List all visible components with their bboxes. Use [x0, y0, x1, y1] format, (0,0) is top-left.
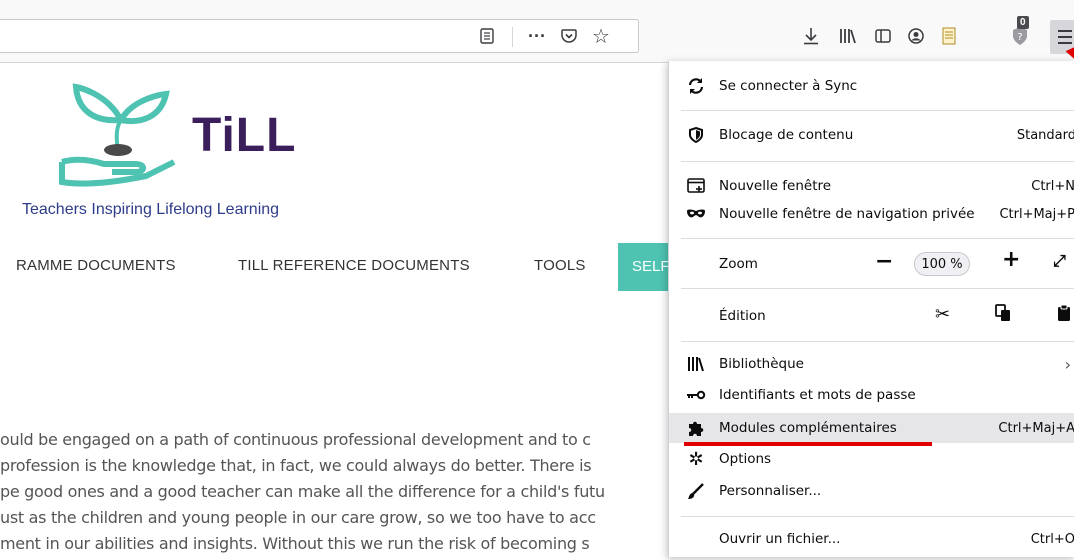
nav-item-programme-documents[interactable]: RAMME DOCUMENTS — [16, 257, 176, 274]
menu-item-label: Modules complémentaires — [719, 420, 897, 436]
menu-item-label: Options — [719, 451, 772, 467]
pocket-icon[interactable] — [556, 20, 582, 52]
menu-item-label: Identifiants et mots de passe — [719, 387, 916, 403]
sidebar-icon[interactable] — [869, 22, 897, 50]
browser-toolbar: ··· ☆ ? 0 — [0, 0, 1074, 64]
cut-icon[interactable]: ✂ — [935, 304, 950, 325]
chevron-right-icon: › — [1064, 354, 1071, 374]
paragraph-line: ment in our abilities and insights. With… — [0, 534, 590, 553]
app-menu-panel: Se connecter à Sync Blocage de contenu S… — [668, 61, 1074, 557]
menu-separator — [681, 516, 1074, 517]
bookmark-star-icon[interactable]: ☆ — [588, 20, 614, 52]
menu-item-private-window[interactable]: Nouvelle fenêtre de navigation privée Ct… — [669, 200, 1074, 228]
paste-icon[interactable] — [1057, 304, 1071, 327]
menu-item-label: Nouvelle fenêtre de navigation privée — [719, 206, 975, 222]
menu-item-new-window[interactable]: Nouvelle fenêtre Ctrl+N — [669, 172, 1074, 200]
menu-item-label: Personnaliser... — [719, 483, 822, 499]
menu-item-library[interactable]: Bibliothèque › — [669, 350, 1074, 378]
menu-item-label: Bibliothèque — [719, 356, 804, 372]
menu-item-customize[interactable]: Personnaliser... — [669, 477, 1074, 505]
menu-separator — [681, 110, 1074, 111]
annotation-underline — [684, 442, 932, 446]
menu-icon-line — [1058, 36, 1072, 38]
menu-separator — [681, 288, 1074, 289]
fullscreen-icon[interactable]: ⤢ — [1053, 251, 1066, 271]
menu-separator — [681, 238, 1074, 239]
menu-item-options[interactable]: ✲ Options — [669, 445, 1074, 473]
menu-item-shortcut: Ctrl+O — [1030, 531, 1074, 547]
menu-item-shortcut: Ctrl+Maj+A — [998, 420, 1074, 436]
library-icon — [685, 353, 707, 375]
nav-item-tools[interactable]: TOOLS — [534, 257, 586, 274]
menu-item-shortcut: Ctrl+Maj+P — [999, 206, 1074, 222]
puzzle-icon — [685, 417, 707, 439]
key-icon — [685, 384, 707, 406]
menu-item-label: Zoom — [719, 256, 758, 272]
download-icon[interactable] — [797, 22, 825, 50]
nav-item-till-reference-documents[interactable]: TILL REFERENCE DOCUMENTS — [238, 257, 470, 274]
zoom-in-button[interactable]: + — [1002, 247, 1020, 272]
body-paragraph: ould be engaged on a path of continuous … — [0, 430, 700, 560]
menu-separator — [681, 161, 1074, 162]
logo-subtitle: Teachers Inspiring Lifelong Learning — [22, 201, 280, 218]
gear-icon: ✲ — [688, 448, 704, 470]
menu-item-shortcut: Ctrl+N — [1031, 178, 1074, 194]
brush-icon — [685, 480, 707, 502]
menu-item-label: Nouvelle fenêtre — [719, 178, 832, 194]
paragraph-line: pe good ones and a good teacher can make… — [0, 482, 605, 501]
copy-icon[interactable] — [995, 304, 1011, 327]
shield-icon — [685, 124, 707, 146]
paragraph-line: ust as the children and young people in … — [0, 508, 596, 527]
menu-item-content-blocking[interactable]: Blocage de contenu Standard — [669, 121, 1074, 149]
account-icon[interactable] — [902, 22, 930, 50]
menu-separator — [681, 341, 1074, 342]
content-blocking-value: Standard — [1016, 127, 1074, 143]
extension-badge-count: 0 — [1017, 16, 1029, 29]
paragraph-line: profession is the knowledge that, in fac… — [0, 456, 592, 475]
menu-item-label: Blocage de contenu — [719, 127, 854, 143]
menu-item-open-file[interactable]: Ouvrir un fichier... Ctrl+O — [669, 525, 1074, 553]
paragraph-line: ould be engaged on a path of continuous … — [0, 430, 591, 449]
menu-icon-line — [1058, 42, 1072, 44]
menu-item-addons[interactable]: Modules complémentaires Ctrl+Maj+A — [669, 413, 1074, 443]
sync-icon — [685, 75, 707, 97]
menu-item-edit: Édition — [669, 302, 1074, 330]
reader-view-icon[interactable] — [474, 20, 500, 52]
menu-item-label: Se connecter à Sync — [719, 78, 858, 94]
svg-text:?: ? — [1017, 32, 1022, 43]
library-icon[interactable] — [834, 22, 862, 50]
menu-item-sync[interactable]: Se connecter à Sync — [669, 72, 1074, 100]
logo-graphic — [56, 82, 186, 197]
menu-item-label: Ouvrir un fichier... — [719, 531, 841, 547]
menu-item-logins[interactable]: Identifiants et mots de passe — [669, 381, 1074, 409]
logo-title: TiLL — [192, 109, 297, 162]
zoom-out-button[interactable]: − — [875, 249, 893, 274]
url-bar[interactable]: ··· ☆ — [0, 19, 639, 53]
extension-icon[interactable] — [935, 22, 963, 50]
menu-icon — [1058, 30, 1072, 32]
url-separator — [512, 27, 513, 47]
private-mask-icon — [685, 203, 707, 225]
page-actions-icon[interactable]: ··· — [524, 20, 550, 52]
menu-item-label: Édition — [719, 308, 766, 324]
new-window-icon — [685, 175, 707, 197]
zoom-reset-button[interactable]: 100 % — [914, 252, 970, 276]
